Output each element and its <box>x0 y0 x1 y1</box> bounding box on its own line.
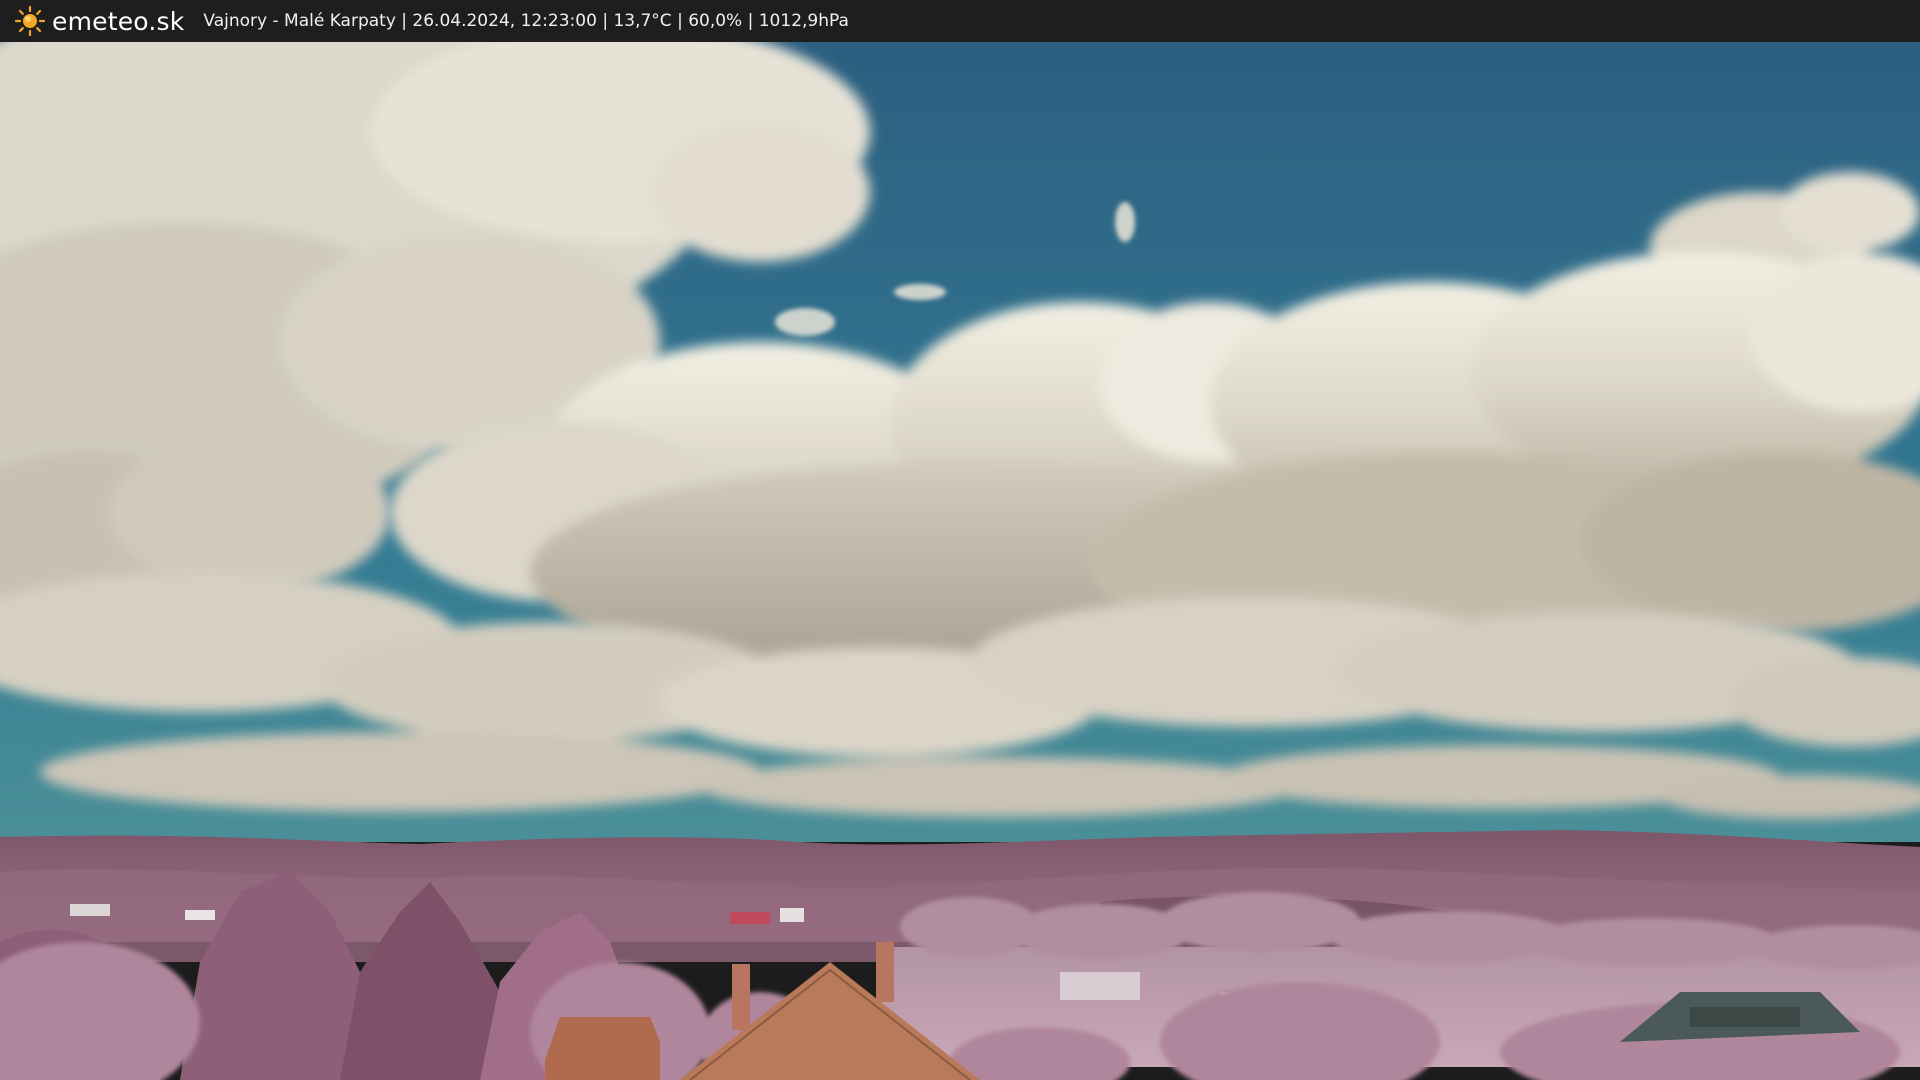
webcam-frame: emeteo.sk Vajnory - Malé Karpaty | 26.04… <box>0 0 1920 1080</box>
webcam-image <box>0 42 1920 1080</box>
logo[interactable]: emeteo.sk <box>14 5 184 37</box>
sun-icon <box>14 5 46 37</box>
brand-name[interactable]: emeteo.sk <box>52 7 184 36</box>
header-bar: emeteo.sk Vajnory - Malé Karpaty | 26.04… <box>0 0 1920 42</box>
weather-status: Vajnory - Malé Karpaty | 26.04.2024, 12:… <box>203 11 849 31</box>
